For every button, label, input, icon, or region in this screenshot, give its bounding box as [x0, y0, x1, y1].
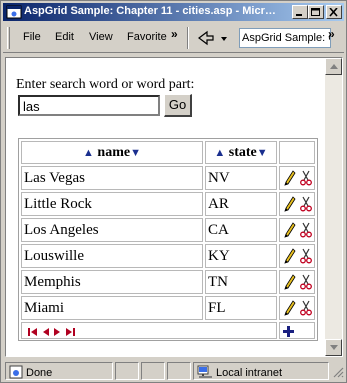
maximize-button[interactable]	[308, 5, 324, 19]
table-row-state: AR	[205, 192, 277, 216]
scissors-icon[interactable]	[299, 248, 312, 264]
back-arrow-icon	[198, 30, 227, 46]
browser-window: AspGrid Sample: Chapter 11 - cities.asp …	[0, 0, 347, 383]
table-row-name: Las Vegas	[21, 166, 203, 190]
resize-grip[interactable]	[332, 366, 344, 378]
scissors-icon[interactable]	[299, 196, 312, 212]
table-row-state: TN	[205, 270, 277, 294]
table-row-name: Miami	[21, 296, 203, 320]
scissors-icon[interactable]	[299, 300, 312, 316]
status-pane-empty	[115, 362, 139, 380]
header-name[interactable]: ▲ name▼	[21, 141, 203, 164]
table-row-name: Los Angeles	[21, 218, 203, 242]
local-intranet-icon	[197, 365, 212, 378]
cities-grid: ▲ name▼ ▲ state▼ Las Vegas NV Little Roc…	[18, 138, 318, 341]
back-button[interactable]	[195, 29, 229, 47]
page-done-icon	[9, 365, 23, 379]
toolbar-separator	[187, 27, 189, 49]
table-row-name: Little Rock	[21, 192, 203, 216]
scissors-icon[interactable]	[299, 170, 312, 186]
pencil-icon[interactable]	[284, 248, 296, 264]
header-state-label: state	[228, 145, 257, 160]
sort-descending-icon[interactable]: ▼	[257, 147, 268, 159]
taskbar-page-tab[interactable]: AspGrid Sample: Chap	[239, 28, 331, 48]
status-text-pane: Done	[5, 362, 113, 380]
security-zone-pane: Local intranet	[193, 362, 329, 380]
scroll-down-button[interactable]	[325, 339, 342, 356]
row-actions	[279, 192, 315, 216]
search-label: Enter search word or word part:	[16, 77, 195, 92]
pager-bar	[21, 322, 277, 339]
minimize-button[interactable]	[292, 5, 308, 19]
sort-ascending-icon[interactable]: ▲	[83, 147, 94, 159]
status-pane-empty	[141, 362, 165, 380]
search-input[interactable]: las	[18, 95, 160, 116]
first-page-icon[interactable]	[28, 327, 38, 337]
menu-view[interactable]: View	[89, 31, 113, 43]
scroll-up-icon	[330, 64, 338, 69]
row-actions	[279, 166, 315, 190]
plus-icon[interactable]	[283, 326, 294, 337]
menu-file[interactable]: File	[23, 31, 41, 43]
table-row-state: CA	[205, 218, 277, 242]
toolbar-overflow-chevron[interactable]: »	[328, 27, 335, 41]
pencil-icon[interactable]	[284, 170, 296, 186]
pencil-icon[interactable]	[284, 274, 296, 290]
header-state[interactable]: ▲ state▼	[205, 141, 277, 164]
title-bar: AspGrid Sample: Chapter 11 - cities.asp …	[3, 3, 344, 21]
scroll-down-icon	[330, 345, 338, 350]
window-title: AspGrid Sample: Chapter 11 - cities.asp …	[24, 5, 276, 17]
status-bar: Done Local intranet	[3, 360, 344, 382]
page-viewport: Enter search word or word part: las Go ▲…	[5, 57, 343, 357]
table-row-state: FL	[205, 296, 277, 320]
row-actions	[279, 270, 315, 294]
table-row-name: Memphis	[21, 270, 203, 294]
pencil-icon[interactable]	[284, 196, 296, 212]
row-actions	[279, 218, 315, 242]
row-actions	[279, 244, 315, 268]
ie-icon	[6, 4, 22, 20]
scissors-icon[interactable]	[299, 274, 312, 290]
toolbar-grip[interactable]	[7, 27, 10, 49]
menu-bar: File Edit View Favorite » AspGrid Sample…	[3, 23, 344, 53]
security-zone-text: Local intranet	[216, 367, 283, 379]
status-pane-empty	[167, 362, 191, 380]
vertical-scrollbar[interactable]	[325, 58, 342, 356]
add-cell	[279, 322, 315, 339]
header-actions	[279, 141, 315, 164]
status-text: Done	[26, 367, 53, 379]
table-row-state: NV	[205, 166, 277, 190]
menu-edit[interactable]: Edit	[55, 31, 74, 43]
sort-descending-icon[interactable]: ▼	[130, 147, 141, 159]
last-page-icon[interactable]	[65, 327, 75, 337]
next-page-icon[interactable]	[53, 327, 61, 337]
prev-page-icon[interactable]	[42, 327, 50, 337]
scroll-up-button[interactable]	[325, 58, 342, 75]
header-name-label: name	[97, 145, 131, 160]
pencil-icon[interactable]	[284, 300, 296, 316]
row-actions	[279, 296, 315, 320]
table-row-name: Louswille	[21, 244, 203, 268]
scissors-icon[interactable]	[299, 222, 312, 238]
table-row-state: KY	[205, 244, 277, 268]
sort-ascending-icon[interactable]: ▲	[214, 147, 225, 159]
menu-overflow-chevron[interactable]: »	[171, 27, 178, 41]
pencil-icon[interactable]	[284, 222, 296, 238]
menu-favorites[interactable]: Favorite	[127, 31, 169, 43]
close-button[interactable]	[326, 5, 342, 19]
go-button[interactable]: Go	[164, 94, 192, 117]
page-content: Enter search word or word part: las Go ▲…	[6, 58, 324, 356]
